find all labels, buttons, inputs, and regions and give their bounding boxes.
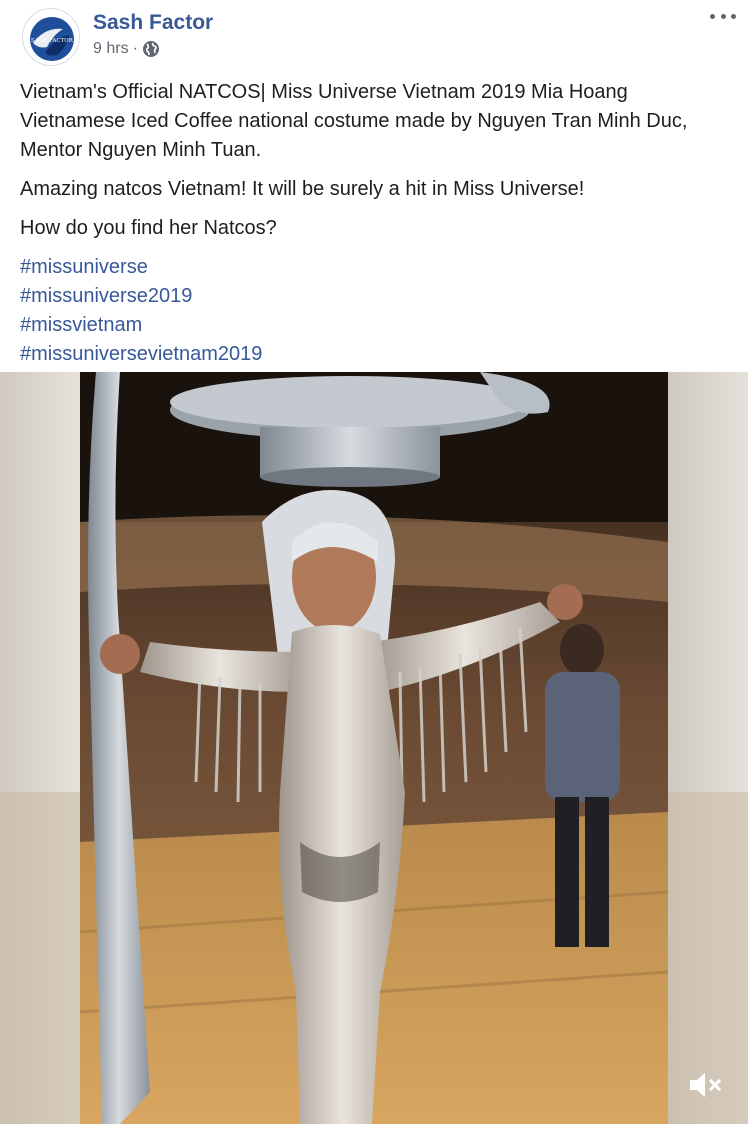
more-options-icon[interactable] bbox=[708, 6, 738, 26]
post-timestamp[interactable]: 9 hrs bbox=[93, 40, 129, 58]
post-header: SASH FACTOR Sash Factor 9 hrs · bbox=[0, 0, 748, 72]
post-body: Vietnam's Official NATCOS| Miss Universe… bbox=[20, 78, 732, 369]
hashtag-link[interactable]: #missuniverse2019 bbox=[20, 282, 732, 311]
page-logo: SASH FACTOR bbox=[24, 10, 79, 65]
hashtag-link[interactable]: #missvietnam bbox=[20, 311, 732, 340]
video-player[interactable] bbox=[0, 372, 748, 1124]
hashtag-link[interactable]: #missuniversevietnam2019 bbox=[20, 340, 732, 369]
speaker-muted-icon[interactable] bbox=[688, 1070, 724, 1100]
page-name-link[interactable]: Sash Factor bbox=[93, 10, 213, 36]
facebook-post: SASH FACTOR Sash Factor 9 hrs · Vietnam'… bbox=[0, 0, 748, 1124]
hashtag-link[interactable]: #missuniverse bbox=[20, 253, 732, 282]
globe-icon[interactable] bbox=[142, 40, 160, 58]
video-frame bbox=[0, 372, 748, 1124]
page-avatar[interactable]: SASH FACTOR bbox=[22, 8, 80, 66]
post-paragraph: Amazing natcos Vietnam! It will be surel… bbox=[20, 178, 585, 200]
avatar-logo-text: SASH FACTOR bbox=[31, 38, 74, 44]
post-paragraph: How do you find her Natcos? bbox=[20, 217, 277, 239]
post-paragraph: Vietnam's Official NATCOS| Miss Universe… bbox=[20, 81, 688, 161]
hashtag-list: #missuniverse #missuniverse2019 #missvie… bbox=[20, 253, 732, 369]
meta-separator: · bbox=[132, 40, 138, 57]
post-meta: 9 hrs · bbox=[93, 38, 160, 60]
